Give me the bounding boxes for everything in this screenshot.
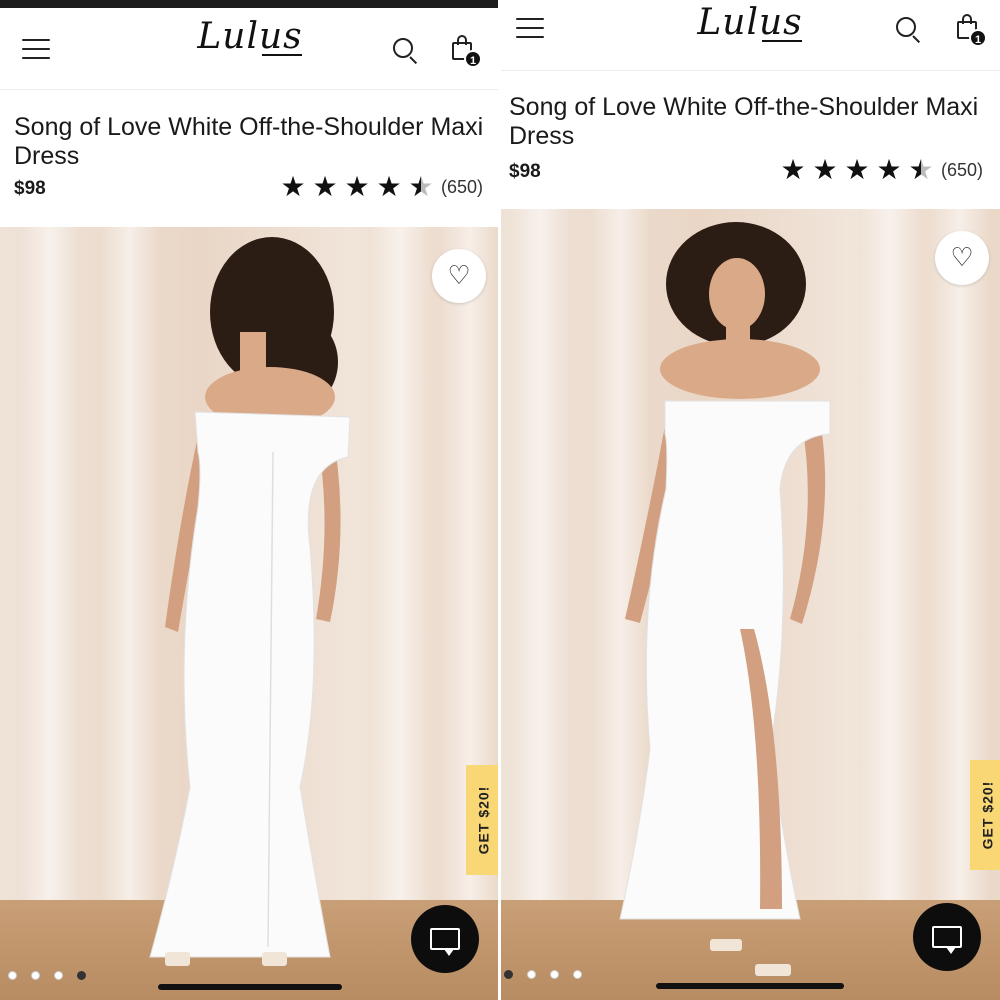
rating-stars[interactable]: ★ ★ ★ ★ ★ (650) [277, 173, 483, 201]
carousel-dot[interactable] [31, 971, 40, 980]
star-full-icon: ★ [812, 153, 838, 186]
product-price: $98 [509, 161, 541, 182]
star-half-icon: ★ [905, 156, 937, 184]
carousel-dot[interactable] [527, 970, 536, 979]
logo-flourish [762, 40, 802, 42]
carousel-dot[interactable] [54, 971, 63, 980]
star-full-icon: ★ [376, 170, 402, 203]
star-half-icon: ★ [405, 173, 437, 201]
star-full-icon: ★ [312, 170, 338, 203]
star-full-icon: ★ [876, 153, 902, 186]
carousel-dots[interactable] [504, 970, 582, 979]
model-figure-back [149, 237, 351, 966]
product-screen-front-view: 1 Lulus Song of Love White Off-the-Shoul… [500, 0, 1000, 1000]
product-price: $98 [14, 178, 46, 199]
product-image-back[interactable] [0, 227, 500, 1000]
review-count[interactable]: (650) [941, 160, 983, 181]
carousel-dot[interactable] [8, 971, 17, 980]
product-title: Song of Love White Off-the-Shoulder Maxi… [14, 113, 484, 170]
star-full-icon: ★ [780, 153, 806, 186]
promo-label: GET $20! [475, 785, 492, 855]
carousel-dot[interactable] [550, 970, 559, 979]
star-full-icon: ★ [844, 153, 870, 186]
star-full-icon: ★ [344, 170, 370, 203]
model-figure-front [619, 222, 831, 976]
promo-label: GET $20! [979, 780, 996, 850]
panel-divider [498, 0, 501, 1000]
status-bar [0, 0, 500, 8]
carousel-dot[interactable] [573, 970, 582, 979]
heart-icon[interactable]: ♡ [935, 231, 989, 285]
chat-icon[interactable] [411, 905, 479, 973]
brand-logo[interactable]: Lulus [0, 16, 500, 57]
logo-flourish [262, 54, 302, 56]
promo-tab[interactable]: GET $20! [466, 765, 500, 875]
home-indicator [656, 983, 844, 989]
chat-icon[interactable] [913, 903, 981, 971]
carousel-dot-active[interactable] [77, 971, 86, 980]
product-image-front[interactable] [500, 209, 1000, 1000]
brand-logo[interactable]: Lulus [500, 2, 1000, 43]
carousel-dots[interactable] [8, 971, 86, 980]
product-screen-back-view: 1 Lulus Song of Love White Off-the-Shoul… [0, 0, 500, 1000]
home-indicator [158, 984, 342, 990]
promo-tab[interactable]: GET $20! [970, 760, 1000, 870]
review-count[interactable]: (650) [441, 177, 483, 198]
product-title: Song of Love White Off-the-Shoulder Maxi… [509, 93, 979, 150]
star-full-icon: ★ [280, 170, 306, 203]
heart-icon[interactable]: ♡ [432, 249, 486, 303]
rating-stars[interactable]: ★ ★ ★ ★ ★ (650) [777, 156, 983, 184]
carousel-dot-active[interactable] [504, 970, 513, 979]
